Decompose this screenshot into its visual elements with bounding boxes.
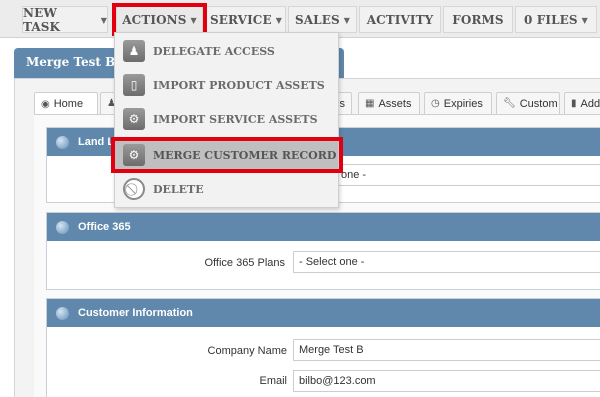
- gear-icon: ⚙: [123, 108, 145, 130]
- menu-item-delegate-access[interactable]: ♟ DELEGATE ACCESS: [115, 34, 338, 68]
- chevron-down-icon: ▼: [275, 14, 282, 25]
- menu-item-label: IMPORT SERVICE ASSETS: [153, 112, 318, 126]
- section-customer-info: Customer Information Company Name Merge …: [46, 298, 600, 397]
- land-select-value: one -: [341, 169, 367, 181]
- company-name-label: Company Name: [207, 345, 287, 357]
- person-icon: ♟: [123, 40, 145, 62]
- email-label: Email: [259, 375, 287, 387]
- tab-expiries-label: Expiries: [443, 97, 483, 110]
- tab-expiries[interactable]: ◷ Expiries: [424, 92, 492, 114]
- section-customer-header[interactable]: Customer Information: [47, 299, 600, 327]
- clock-icon: ◷: [431, 98, 440, 109]
- chevron-down-icon: ▼: [343, 14, 350, 25]
- merge-highlight: [111, 137, 343, 173]
- section-customer-title: Customer Information: [78, 307, 193, 319]
- section-toggle-icon: [56, 221, 69, 234]
- chevron-down-icon: ▼: [581, 14, 588, 25]
- menu-item-import-product-assets[interactable]: ▯ IMPORT PRODUCT ASSETS: [115, 68, 338, 102]
- activity-label: ACTIVITY: [366, 12, 434, 27]
- book-icon: ▮: [571, 98, 577, 109]
- company-name-input[interactable]: Merge Test B: [293, 339, 600, 361]
- chevron-down-icon: ▼: [100, 14, 107, 25]
- email-value: bilbo@123.com: [299, 375, 376, 387]
- office-plans-select[interactable]: - Select one -: [293, 251, 600, 273]
- tab-address-label: Addr: [580, 97, 600, 110]
- wrench-icon: 🔧︎: [503, 98, 516, 109]
- service-menu[interactable]: SERVICE ▼: [206, 6, 286, 33]
- section-office-header[interactable]: Office 365: [47, 213, 600, 241]
- tab-address[interactable]: ▮Addr: [564, 92, 600, 114]
- eye-icon: ◉: [41, 98, 50, 110]
- sales-label: SALES: [295, 12, 340, 27]
- tab-custom-label: Custom: [519, 97, 558, 110]
- section-office-365: Office 365 Office 365 Plans - Select one…: [46, 212, 600, 290]
- tab-home[interactable]: ◉ Home: [34, 92, 98, 115]
- menu-item-import-service-assets[interactable]: ⚙ IMPORT SERVICE ASSETS: [115, 102, 338, 136]
- email-input[interactable]: bilbo@123.com: [293, 370, 600, 392]
- menu-item-delete[interactable]: ⃠ DELETE: [115, 172, 338, 206]
- phone-icon: ▯: [123, 74, 145, 96]
- actions-dropdown: ♟ DELEGATE ACCESS ▯ IMPORT PRODUCT ASSET…: [114, 32, 339, 208]
- tab-assets[interactable]: ▦ Assets: [358, 92, 420, 114]
- tab-home-label: Home: [53, 98, 84, 110]
- section-land-title: Land L: [78, 136, 115, 148]
- new-task-label: NEW TASK: [23, 5, 61, 34]
- forms-label: FORMS: [452, 12, 504, 27]
- office-plans-value: - Select one -: [299, 256, 365, 268]
- office-plans-label: Office 365 Plans: [204, 257, 285, 269]
- section-toggle-icon: [56, 307, 69, 320]
- tab-custom[interactable]: 🔧︎ Custom: [496, 92, 560, 114]
- page-title: Merge Test B: [26, 55, 116, 69]
- menu-item-label: DELETE: [153, 182, 204, 196]
- files-label: 0 FILES: [524, 12, 578, 27]
- no-entry-icon: ⃠: [123, 178, 145, 200]
- menu-item-label: DELEGATE ACCESS: [153, 44, 275, 58]
- files-menu[interactable]: 0 FILES ▼: [515, 6, 597, 33]
- tab-assets-label: Assets: [378, 97, 412, 110]
- forms-menu[interactable]: FORMS: [443, 6, 513, 33]
- sales-menu[interactable]: SALES ▼: [288, 6, 357, 33]
- section-office-title: Office 365: [78, 221, 131, 233]
- section-toggle-icon: [56, 136, 69, 149]
- grid-icon: ▦: [365, 98, 375, 109]
- new-task-menu[interactable]: NEW TASK ▼: [22, 5, 108, 34]
- menu-item-label: IMPORT PRODUCT ASSETS: [153, 78, 325, 92]
- service-label: SERVICE: [210, 12, 272, 27]
- activity-menu[interactable]: ACTIVITY: [359, 6, 441, 33]
- company-name-value: Merge Test B: [299, 344, 364, 356]
